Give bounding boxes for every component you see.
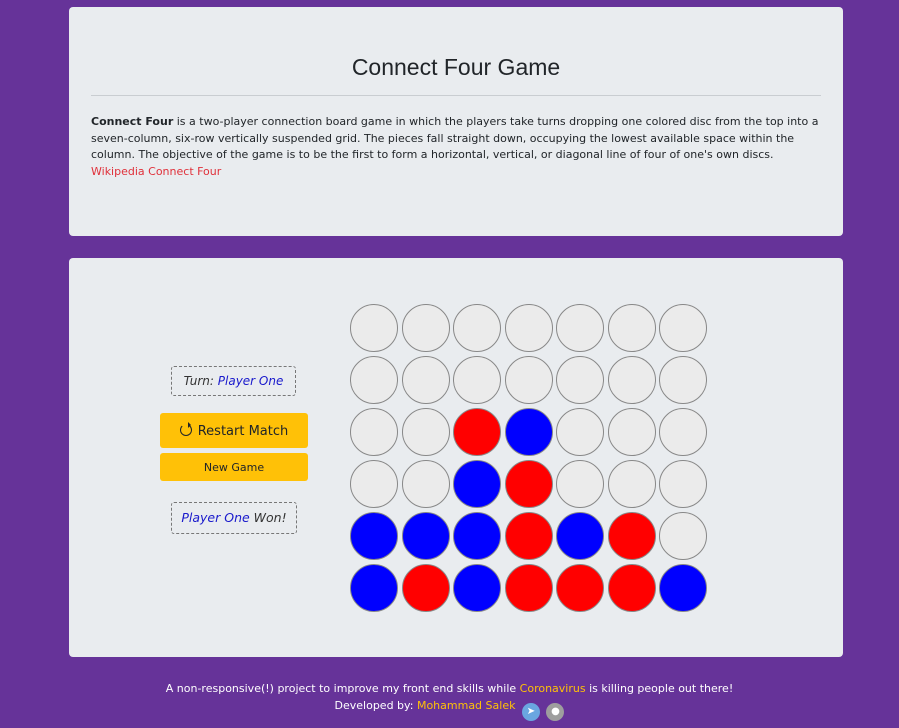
restart-match-button[interactable]: Restart Match <box>160 413 308 448</box>
info-card: Connect Four Game Connect Four is a two-… <box>69 7 843 236</box>
new-game-button[interactable]: New Game <box>160 453 308 481</box>
board-cell[interactable] <box>453 564 501 612</box>
game-board <box>350 304 707 612</box>
board-cell[interactable] <box>659 512 707 560</box>
board-cell[interactable] <box>504 408 553 456</box>
board-cell[interactable] <box>350 460 398 508</box>
board-cell[interactable] <box>607 408 656 456</box>
board-cell[interactable] <box>350 304 398 352</box>
board-cell[interactable] <box>401 304 450 352</box>
board-cell[interactable] <box>401 408 450 456</box>
board-cell[interactable] <box>607 304 656 352</box>
turn-label: Turn: <box>183 374 214 388</box>
board-cell[interactable] <box>607 460 656 508</box>
title-divider <box>91 95 821 96</box>
github-icon[interactable]: ● <box>546 703 565 721</box>
winner-player: Player One <box>181 510 250 525</box>
winner-suffix: Won! <box>253 510 287 525</box>
board-cell[interactable] <box>659 564 707 612</box>
board-cell[interactable] <box>453 356 501 404</box>
developed-by-label: Developed by: <box>334 699 417 712</box>
board-cell[interactable] <box>453 460 501 508</box>
coronavirus-link[interactable]: Coronavirus <box>520 682 586 695</box>
board-cell[interactable] <box>659 460 707 508</box>
restart-label: Restart Match <box>197 424 289 439</box>
board-cell[interactable] <box>350 356 398 404</box>
board-cell[interactable] <box>556 408 604 456</box>
telegram-icon[interactable]: ➤ <box>521 703 540 721</box>
footer-line-1: A non-responsive(!) project to improve m… <box>0 680 899 697</box>
footer-line-2: Developed by: Mohammad Salek ➤ ● <box>0 697 899 721</box>
board-cell[interactable] <box>659 304 707 352</box>
board-cell[interactable] <box>401 356 450 404</box>
footer: A non-responsive(!) project to improve m… <box>0 680 899 721</box>
board-cell[interactable] <box>350 512 398 560</box>
turn-indicator: Turn: Player One <box>171 366 296 396</box>
restart-icon <box>179 422 192 436</box>
board-cell[interactable] <box>607 564 656 612</box>
board-cell[interactable] <box>607 356 656 404</box>
board-cell[interactable] <box>556 564 604 612</box>
board-cell[interactable] <box>350 564 398 612</box>
board-cell[interactable] <box>401 512 450 560</box>
description-text: is a two-player connection board game in… <box>91 115 819 161</box>
board-cell[interactable] <box>659 356 707 404</box>
board-cell[interactable] <box>607 512 656 560</box>
wikipedia-link[interactable]: Wikipedia Connect Four <box>91 164 821 181</box>
board-cell[interactable] <box>504 304 553 352</box>
turn-player: Player One <box>217 374 284 388</box>
game-card: Turn: Player One Restart Match New Game … <box>69 258 843 657</box>
winner-message: Player One Won! <box>171 502 297 534</box>
footer-text: A non-responsive(!) project to improve m… <box>165 682 520 695</box>
board-cell[interactable] <box>504 512 553 560</box>
board-cell[interactable] <box>504 356 553 404</box>
board-cell[interactable] <box>350 408 398 456</box>
board-cell[interactable] <box>556 304 604 352</box>
footer-text-end: is killing people out there! <box>585 682 734 695</box>
board-cell[interactable] <box>659 408 707 456</box>
board-cell[interactable] <box>556 460 604 508</box>
author-link[interactable]: Mohammad Salek <box>417 699 516 712</box>
board-cell[interactable] <box>401 564 450 612</box>
board-cell[interactable] <box>556 512 604 560</box>
board-cell[interactable] <box>401 460 450 508</box>
board-cell[interactable] <box>453 304 501 352</box>
board-cell[interactable] <box>556 356 604 404</box>
board-cell[interactable] <box>504 564 553 612</box>
game-description: Connect Four is a two-player connection … <box>91 114 821 180</box>
page-title: Connect Four Game <box>351 54 561 80</box>
description-term: Connect Four <box>91 115 174 128</box>
board-cell[interactable] <box>453 512 501 560</box>
board-cell[interactable] <box>504 460 553 508</box>
board-cell[interactable] <box>453 408 501 456</box>
